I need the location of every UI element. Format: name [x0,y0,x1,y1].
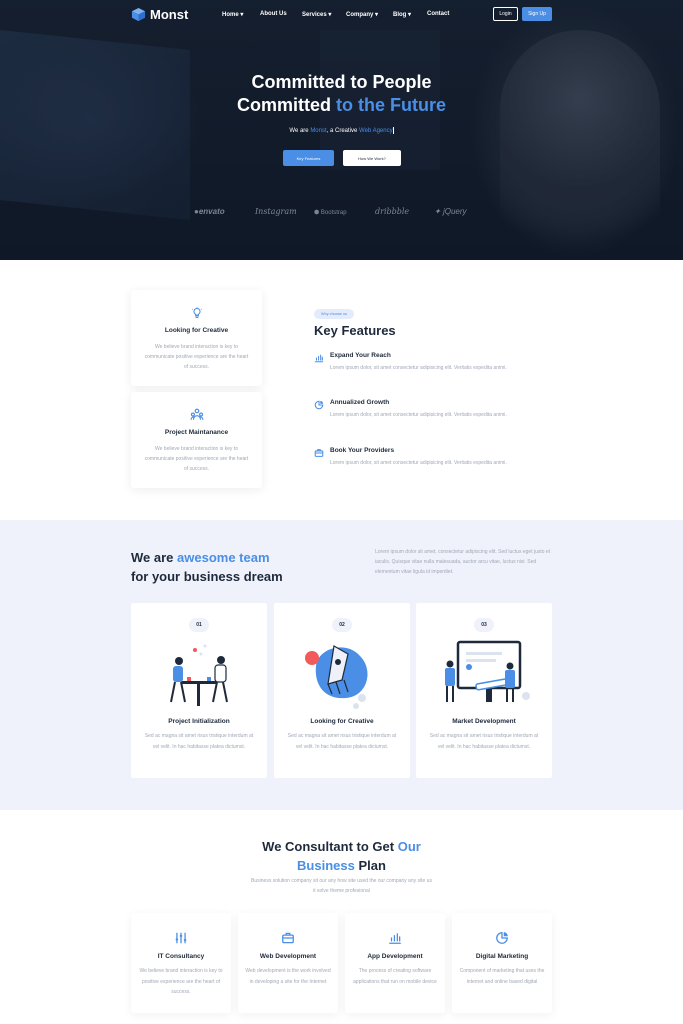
presentation-illustration [445,640,530,702]
brand-logo[interactable]: Monst [131,7,188,22]
key-feature-title: Annualized Growth [330,399,390,406]
rocket-illustration [305,645,368,709]
service-text: The process of creating software applica… [353,968,437,985]
bar-chart-icon [314,354,324,363]
hero-title: Committed to People Committed to the Fut… [237,72,446,115]
partner-logo-envato: ●envato [194,207,225,216]
key-feature-title: Book Your Providers [330,447,395,454]
team-card-title: Project Initialization [168,718,230,725]
key-feature-text: Lorem ipsum dolor, sit amet consectetur … [330,365,507,371]
nav-item-company[interactable]: Company ▾ [346,11,378,18]
team-icon [190,408,203,420]
partner-logo-jquery: ✦ jQuery [434,207,467,216]
sliders-icon [175,932,187,944]
top-navbar: Monst Home ▾ About Us Services ▾ Company… [0,0,683,30]
service-title: Web Development [259,953,317,960]
services-description: Business solution company sit our any ho… [251,878,432,894]
nav-item-about-us[interactable]: About Us [260,11,287,17]
service-card-app-development[interactable]: App Development The process of creating … [345,913,445,1013]
key-feature-text: Lorem ipsum dolor, sit amet consectetur … [330,412,507,418]
feature-card-creative: Looking for Creative We believe brand in… [131,290,262,386]
key-feature-text: Lorem ipsum dolor, sit amet consectetur … [330,460,507,466]
team-card-market-development: 03 Market Development Sed ac magna sit a… [416,603,552,778]
hero-section: Monst Home ▾ About Us Services ▾ Company… [0,0,683,260]
service-text: Component of marketing that uses the int… [459,968,545,985]
service-card-web-development[interactable]: Web Development Web development is the w… [238,913,338,1013]
key-features-button[interactable]: Key Features [283,150,334,166]
logo-cube-icon [131,7,146,22]
hero-subtitle: We are Monst, a Creative Web Agency [289,127,394,135]
feature-card-title: Project Maintanance [164,429,229,436]
nav-item-contact[interactable]: Contact [427,11,449,17]
bar-chart-icon [389,933,401,944]
feature-card-title: Looking for Creative [164,327,229,334]
service-title: Digital Marketing [475,953,529,960]
partner-logo-instagram: Instagram [255,207,297,216]
team-description: Lorem ipsum dolor sit amet, consectetur … [375,549,551,575]
step-number-badge: 02 [332,618,352,632]
partner-logo-bootstrap: ⬢ Bootstrap [314,210,347,216]
service-text: Web development is the work involved in … [245,968,331,985]
key-features-title: Key Features [314,323,396,338]
team-card-title: Looking for Creative [310,718,374,725]
feature-card-text: We believe brand interaction is key to c… [144,446,249,472]
team-card-project-initialization: 01 Project Initialization Sed ac magna s… [131,603,267,778]
service-title: IT Consultancy [157,953,205,960]
briefcase-icon [282,932,294,944]
key-feature-title: Expand Your Reach [330,352,391,359]
signup-button[interactable]: Sign Up [522,7,552,21]
pie-chart-icon [314,400,324,410]
lightbulb-icon [191,307,202,318]
feature-card-text: We believe brand interaction is key to c… [144,344,249,370]
team-card-looking-for-creative: 02 Looking for Creative Sed ac magna sit… [274,603,410,778]
service-title: App Development [367,953,423,960]
nav-item-blog[interactable]: Blog ▾ [393,11,411,18]
why-choose-us-badge: Why choose us [314,309,354,319]
team-card-text: Sed ac magna sit amet risus tristique in… [144,733,254,750]
nav-item-services[interactable]: Services ▾ [302,11,331,18]
meeting-illustration [170,644,228,706]
brand-name: Monst [150,7,189,22]
partner-logo-dribbble: dribbble [375,207,410,216]
pie-chart-icon [496,932,508,944]
feature-card-maintenance: Project Maintanance We believe brand int… [131,392,262,488]
team-card-text: Sed ac magna sit amet risus tristique in… [429,733,539,750]
step-number-badge: 03 [474,618,494,632]
briefcase-icon [314,449,324,457]
service-text: We believe brand interaction is key to p… [139,968,223,995]
services-title: We Consultant to Get Our Business Plan [262,839,421,873]
team-card-text: Sed ac magna sit amet risus tristique in… [287,733,397,750]
step-number-badge: 01 [189,618,209,632]
login-button[interactable]: Login [493,7,518,21]
typing-cursor [392,127,394,134]
how-we-work-button[interactable]: How We Work? [343,150,401,166]
nav-item-home[interactable]: Home ▾ [222,11,243,18]
service-card-digital-marketing[interactable]: Digital Marketing Component of marketing… [452,913,552,1013]
service-card-it-consultancy[interactable]: IT Consultancy We believe brand interact… [131,913,231,1013]
team-card-title: Market Development [452,718,516,725]
team-title: We are awesome team for your business dr… [131,550,283,584]
